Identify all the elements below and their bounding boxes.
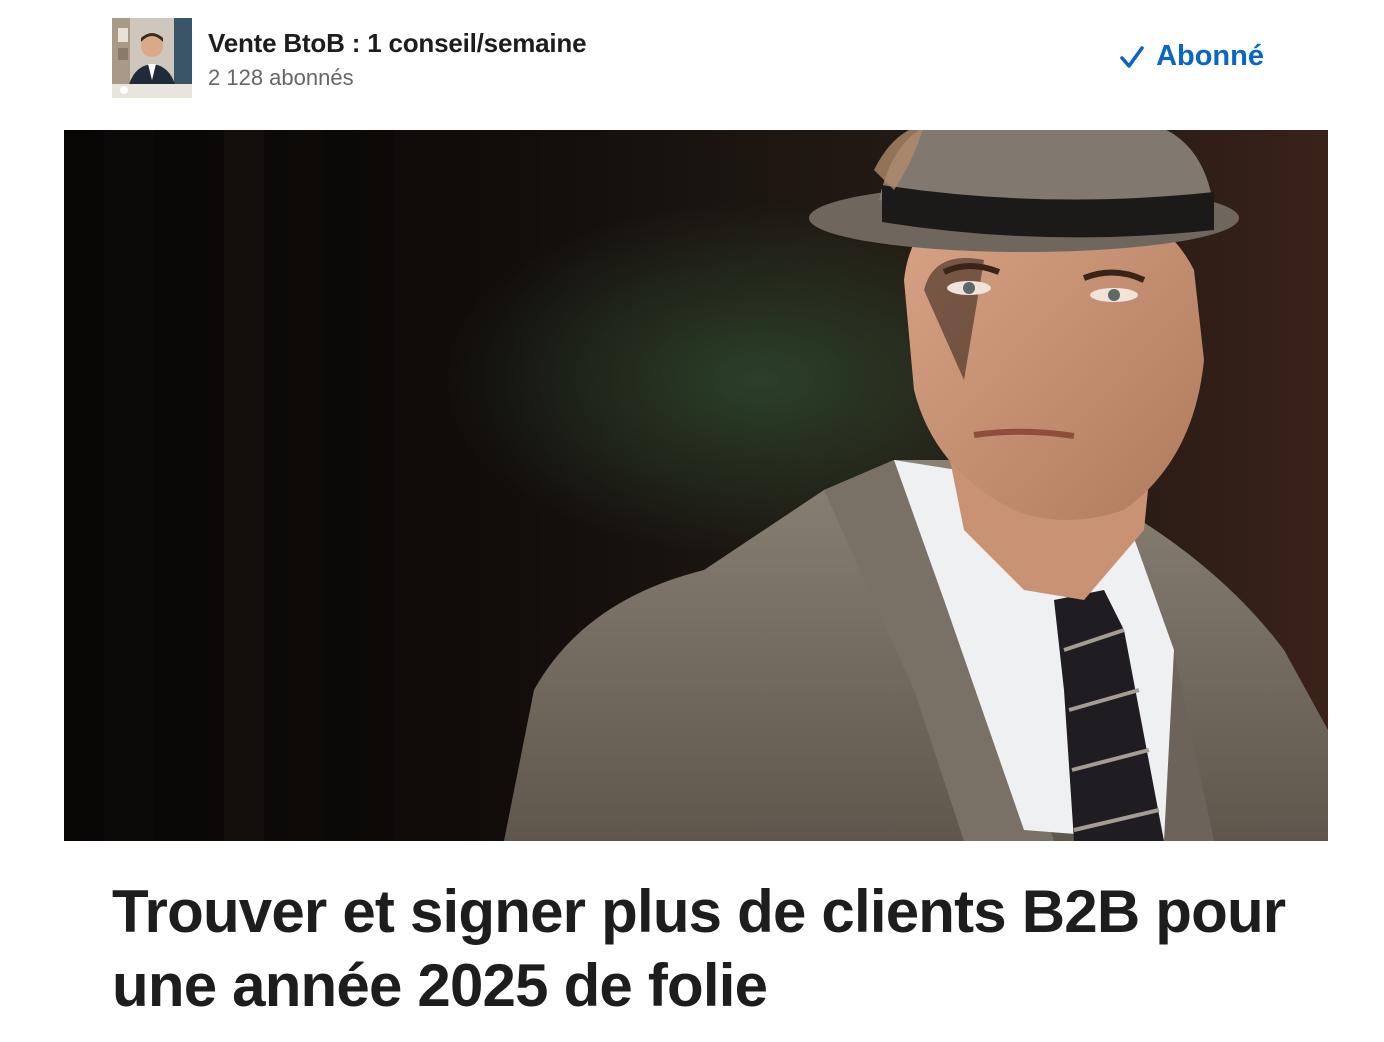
- cover-image: [64, 130, 1328, 841]
- article-page: Vente BtoB : 1 conseil/semaine 2 128 abo…: [0, 0, 1384, 1042]
- article-title[interactable]: Trouver et signer plus de clients B2B po…: [112, 875, 1292, 1023]
- subscribed-button[interactable]: Abonné: [1118, 40, 1264, 73]
- subscribed-label: Abonné: [1156, 40, 1264, 72]
- check-icon: [1120, 45, 1144, 68]
- cover-illustration: [64, 130, 1328, 841]
- avatar-image: [112, 18, 192, 98]
- subscriber-count: 2 128 abonnés: [208, 65, 354, 90]
- newsletter-header: Vente BtoB : 1 conseil/semaine 2 128 abo…: [112, 18, 1272, 98]
- author-avatar[interactable]: [112, 18, 192, 98]
- newsletter-title[interactable]: Vente BtoB : 1 conseil/semaine: [208, 28, 587, 59]
